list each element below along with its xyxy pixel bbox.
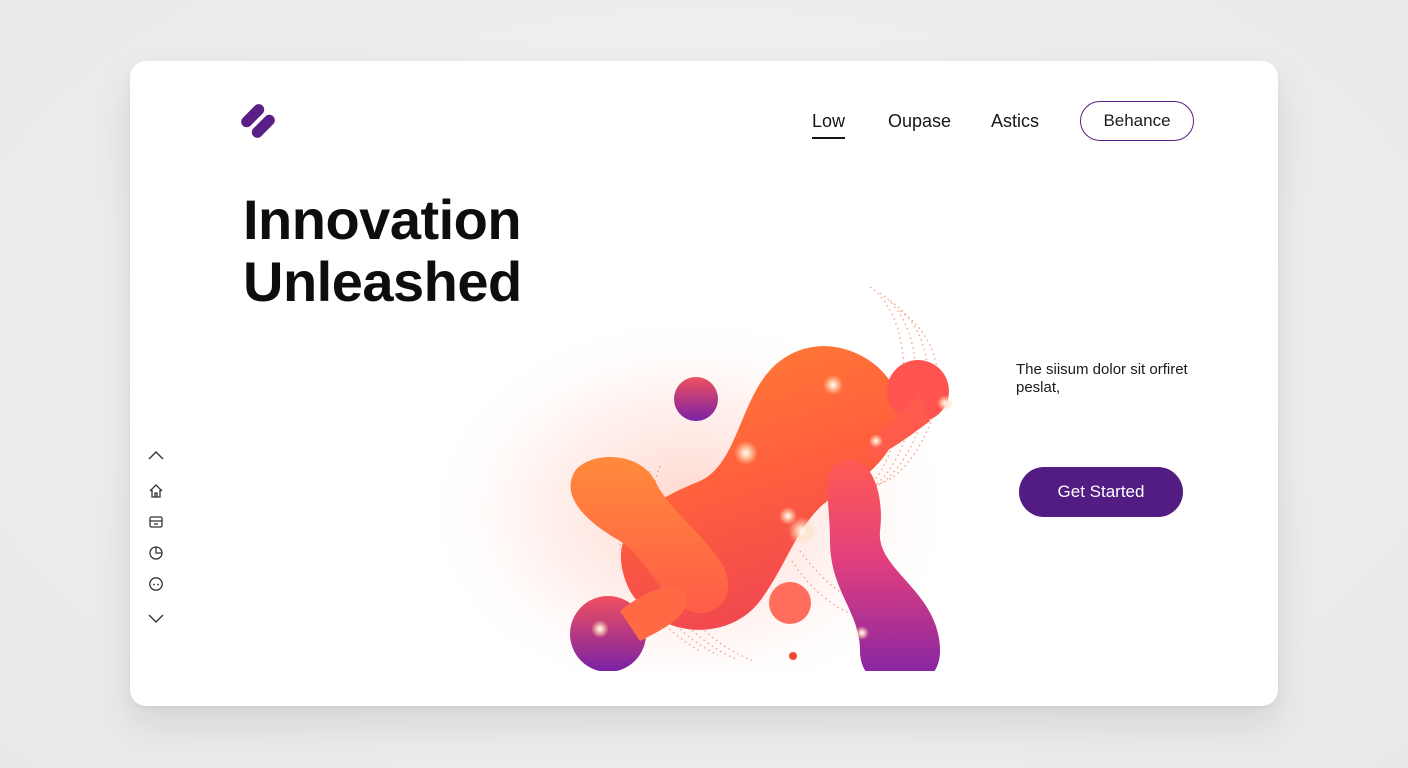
- fluid-blob-illustration: [420, 286, 960, 671]
- landing-card: Low Oupase Astics Behance Innovation Unl…: [130, 61, 1278, 706]
- pill-pair-logo-icon[interactable]: [236, 99, 280, 143]
- archive-icon[interactable]: [144, 510, 168, 534]
- face-icon[interactable]: [144, 572, 168, 596]
- chevron-up-icon[interactable]: [144, 443, 168, 467]
- nav-link-astics[interactable]: Astics: [991, 111, 1039, 132]
- nav-link-oupase[interactable]: Oupase: [888, 111, 951, 132]
- get-started-button[interactable]: Get Started: [1019, 467, 1183, 517]
- home-icon[interactable]: [144, 479, 168, 503]
- pie-chart-icon[interactable]: [144, 541, 168, 565]
- nav-link-low[interactable]: Low: [812, 111, 846, 139]
- page-background: Low Oupase Astics Behance Innovation Unl…: [0, 0, 1408, 768]
- behance-button[interactable]: Behance: [1080, 101, 1194, 141]
- chevron-down-icon[interactable]: [144, 607, 168, 631]
- hero-description: The siisum dolor sit orfiret peslat,: [1016, 361, 1188, 396]
